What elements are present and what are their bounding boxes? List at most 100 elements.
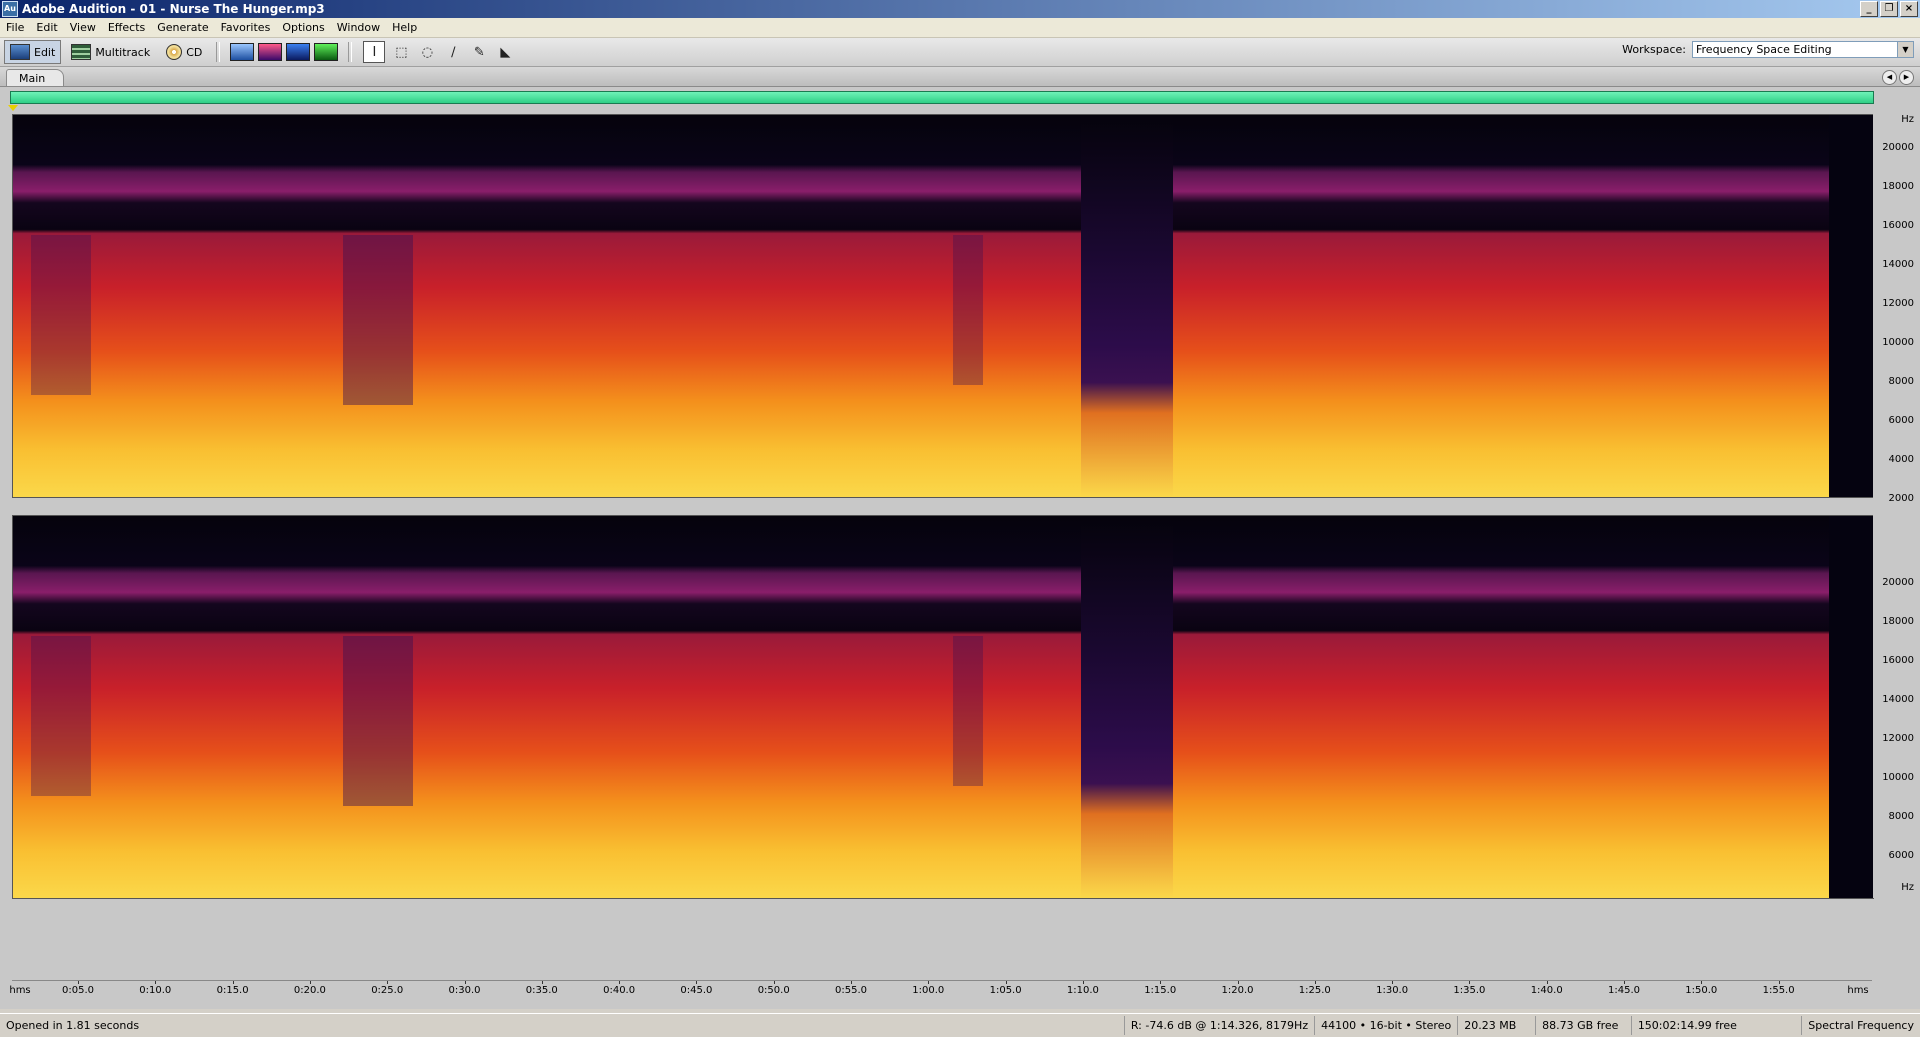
time-tick <box>1469 981 1471 984</box>
restore-button[interactable]: ❐ <box>1880 1 1898 17</box>
time-label: 0:45.0 <box>680 985 713 996</box>
lasso-tool-icon[interactable]: ◌ <box>417 42 437 62</box>
time-label: 0:40.0 <box>603 985 636 996</box>
time-label: 1:00.0 <box>912 985 945 996</box>
time-tick <box>78 981 79 984</box>
spot-healing-brush-tool-icon[interactable]: ✎ <box>469 42 489 62</box>
menu-bar: File Edit View Effects Generate Favorite… <box>0 18 1920 38</box>
time-label: 1:40.0 <box>1530 985 1563 996</box>
freq-label: 8000 <box>1888 811 1914 822</box>
toolbar-separator <box>348 42 353 62</box>
time-label: 1:25.0 <box>1298 985 1331 996</box>
time-tick <box>1314 981 1316 984</box>
time-label: 1:10.0 <box>1066 985 1099 996</box>
spectral-frequency-icon[interactable] <box>258 43 283 61</box>
time-label: 0:05.0 <box>62 985 94 996</box>
time-label: 0:35.0 <box>525 985 558 996</box>
time-label: 1:45.0 <box>1608 985 1640 996</box>
chevron-down-icon[interactable]: ▼ <box>1897 42 1913 57</box>
menu-favorites[interactable]: Favorites <box>215 21 277 34</box>
status-cursor-readout: R: -74.6 dB @ 1:14.326, 8179Hz <box>1123 1016 1314 1035</box>
menu-window[interactable]: Window <box>331 21 386 34</box>
time-label: 0:50.0 <box>757 985 790 996</box>
spectral-phase-icon[interactable] <box>314 43 339 61</box>
edit-view-label: Edit <box>34 45 56 59</box>
edit-view-button[interactable]: Edit <box>4 40 62 64</box>
time-unit-label-left: hms <box>9 985 31 996</box>
freq-label: 20000 <box>1882 577 1914 588</box>
time-tick <box>464 981 466 984</box>
cd-view-button[interactable]: CD <box>160 40 208 64</box>
freq-label: 4000 <box>1888 454 1914 465</box>
time-tick <box>1778 981 1780 984</box>
spectrogram-image-left <box>13 115 1873 497</box>
status-view-mode: Spectral Frequency <box>1801 1016 1920 1035</box>
spectral-pan-icon[interactable] <box>286 43 311 61</box>
freq-label: 14000 <box>1882 259 1914 270</box>
status-bar: Opened in 1.81 seconds R: -74.6 dB @ 1:1… <box>0 1013 1920 1037</box>
tab-main[interactable]: Main <box>6 69 64 86</box>
time-tick <box>541 981 543 984</box>
time-ruler[interactable]: hms hms 0:05.0 0:10.0 0:15.0 0:20.0 0:25.0 0:… <box>9 980 1872 1001</box>
spectral-display-left-channel[interactable] <box>12 114 1874 498</box>
time-tick <box>387 981 389 984</box>
menu-view[interactable]: View <box>64 21 102 34</box>
time-label: 0:55.0 <box>835 985 867 996</box>
cd-view-label: CD <box>186 45 203 59</box>
time-label: 1:50.0 <box>1685 985 1718 996</box>
freq-unit-label: Hz <box>1901 114 1914 125</box>
time-tick <box>773 981 775 984</box>
panel-menu-icon[interactable]: ◀ <box>1882 70 1897 85</box>
title-bar: Au Adobe Audition - 01 - Nurse The Hunge… <box>0 0 1920 18</box>
freq-label: 10000 <box>1882 772 1914 783</box>
scrub-tool-icon[interactable]: ◣ <box>495 42 515 62</box>
time-selection-tool-icon[interactable]: I <box>363 41 386 63</box>
close-button[interactable]: × <box>1900 1 1918 17</box>
overview-zoom-bar[interactable] <box>10 91 1874 104</box>
tab-main-label: Main <box>19 72 46 85</box>
menu-generate[interactable]: Generate <box>151 21 214 34</box>
menu-options[interactable]: Options <box>276 21 330 34</box>
time-tick <box>1624 981 1625 984</box>
time-label: 1:55.0 <box>1762 985 1795 996</box>
workspace-selector: Workspace: Frequency Space Editing ▼ <box>1622 41 1914 58</box>
status-time-free: 150:02:14.99 free <box>1630 1016 1801 1035</box>
time-label: 1:20.0 <box>1221 985 1254 996</box>
time-label: 1:05.0 <box>989 985 1022 996</box>
waveform-display-icon[interactable] <box>230 43 255 61</box>
time-label: 0:30.0 <box>448 985 481 996</box>
menu-edit[interactable]: Edit <box>30 21 63 34</box>
freq-label: 18000 <box>1882 181 1914 192</box>
waveform-edit-icon <box>10 44 30 60</box>
effects-paintbrush-tool-icon[interactable]: ∕ <box>443 42 463 62</box>
time-label: 0:10.0 <box>139 985 172 996</box>
cd-icon <box>166 44 183 60</box>
spectral-display-right-channel[interactable] <box>12 515 1874 899</box>
status-disk-free: 88.73 GB free <box>1535 1016 1631 1035</box>
freq-label: 20000 <box>1882 142 1914 153</box>
freq-label: 10000 <box>1882 337 1914 348</box>
panel-scroll-right-icon[interactable]: ▶ <box>1899 70 1914 85</box>
time-label: 0:20.0 <box>293 985 326 996</box>
freq-label: 8000 <box>1888 376 1914 387</box>
workspace-dropdown[interactable]: Frequency Space Editing ▼ <box>1692 41 1914 58</box>
freq-label: 6000 <box>1888 850 1914 861</box>
menu-file[interactable]: File <box>0 21 30 34</box>
menu-help[interactable]: Help <box>386 21 423 34</box>
time-tick <box>1082 981 1084 984</box>
time-label: 0:25.0 <box>371 985 404 996</box>
multitrack-view-button[interactable]: Multitrack <box>65 40 156 64</box>
time-tick <box>928 981 930 984</box>
status-file-size: 20.23 MB <box>1457 1016 1535 1035</box>
time-tick <box>155 981 157 984</box>
toolbar: Edit Multitrack CD I ⬚ ◌ ∕ ✎ ◣ Workspace… <box>0 38 1920 67</box>
minimize-button[interactable]: _ <box>1860 1 1878 17</box>
time-tick <box>696 981 698 984</box>
time-tick <box>309 981 311 984</box>
menu-effects[interactable]: Effects <box>102 21 151 34</box>
time-label: 0:15.0 <box>216 985 249 996</box>
marquee-selection-tool-icon[interactable]: ⬚ <box>391 42 411 62</box>
time-tick <box>1237 981 1239 984</box>
freq-unit-label: Hz <box>1901 882 1914 893</box>
playhead-marker-icon[interactable] <box>8 105 18 111</box>
